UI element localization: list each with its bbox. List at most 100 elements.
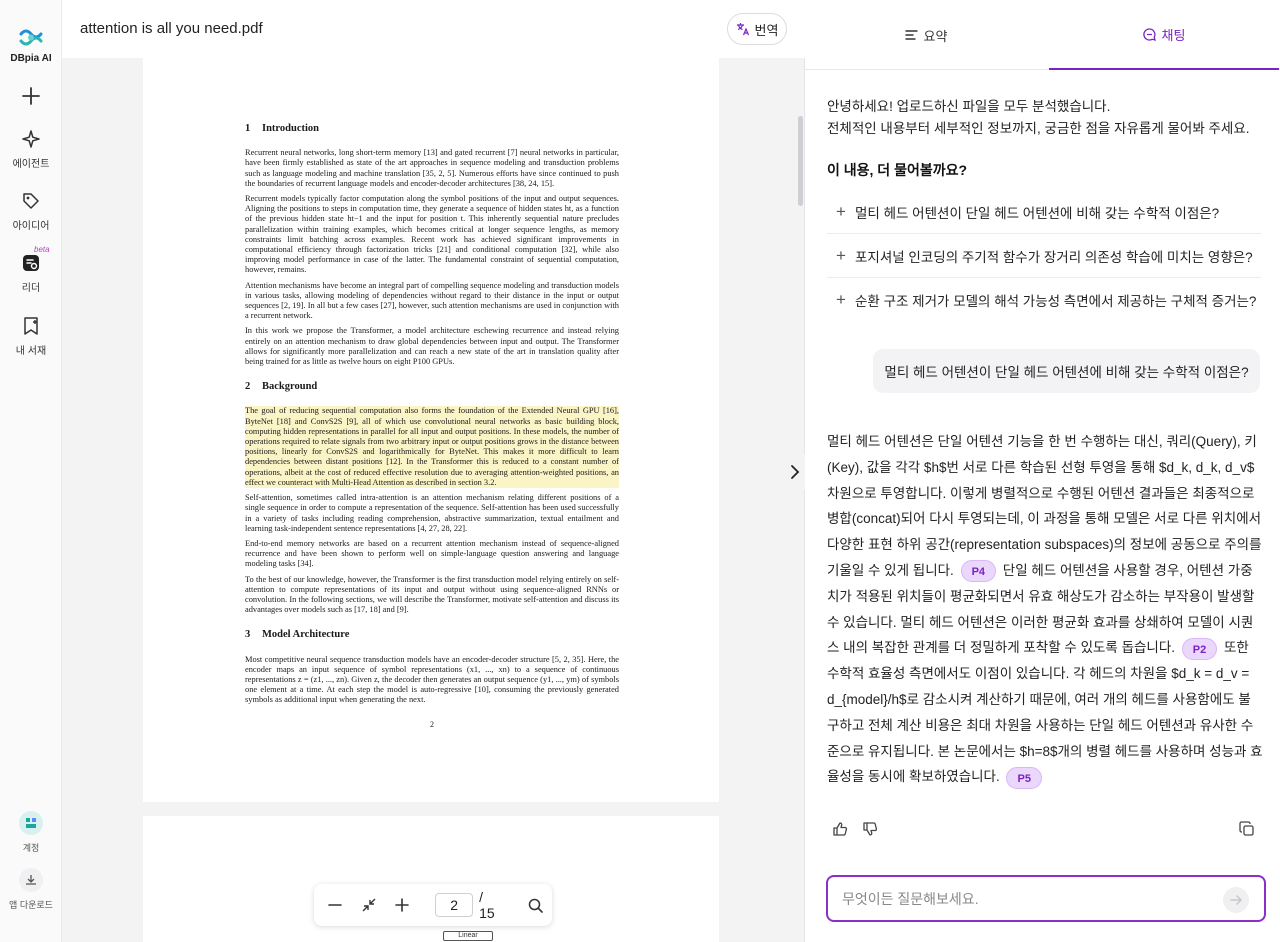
send-arrow-icon — [1230, 895, 1243, 905]
sidebar-item-label: 내 서재 — [15, 346, 47, 357]
reader-icon — [23, 255, 39, 271]
brand-name: DBpia AI — [10, 53, 52, 64]
sidebar-item-reader[interactable]: beta 리더 — [0, 245, 62, 294]
panel-tabs: 요약 채팅 — [805, 0, 1280, 70]
brand-logo[interactable]: DBpia AI — [0, 26, 62, 64]
page-number: 2 — [430, 719, 434, 729]
sidebar-item-label: 에이전트 — [12, 159, 50, 170]
list-icon — [904, 30, 918, 40]
zoom-out-button[interactable] — [318, 884, 352, 926]
suggestion-item[interactable]: + 순환 구조 제거가 모델의 해석 가능성 측면에서 제공하는 구체적 증거는… — [827, 278, 1261, 322]
pdf-content: 1 Introduction Recurrent neural networks,… — [245, 123, 619, 730]
copy-button[interactable] — [1238, 820, 1256, 838]
chat-input[interactable] — [842, 888, 1212, 910]
suggestion-text: 순환 구조 제거가 모델의 해석 가능성 측면에서 제공하는 구체적 증거는? — [855, 294, 1257, 309]
tab-label: 채팅 — [1161, 27, 1186, 43]
pdf-page: 1 Introduction Recurrent neural networks,… — [143, 58, 719, 802]
page-number-input[interactable] — [435, 893, 474, 917]
thumbs-up-button[interactable] — [831, 820, 849, 838]
translate-label: 번역 — [754, 22, 779, 38]
page-reference-chip[interactable]: P4 — [960, 560, 997, 583]
suggestion-text: 멀티 헤드 어텐션이 단일 헤드 어텐션에 비해 갖는 수학적 이점은? — [855, 205, 1220, 221]
document-header: attention is all you need.pdf 번역 — [62, 0, 805, 58]
highlighted-paragraph[interactable]: The goal of reducing sequential computat… — [245, 406, 619, 489]
zoom-out-icon — [328, 904, 342, 906]
bookmark-icon — [24, 317, 38, 335]
app-download-button[interactable]: 앱 다운로드 — [0, 868, 62, 911]
chat-input-box — [826, 875, 1266, 922]
suggestion-item[interactable]: + 멀티 헤드 어텐션이 단일 헤드 어텐션에 비해 갖는 수학적 이점은? — [827, 190, 1261, 234]
document-viewer: attention is all you need.pdf 번역 1 Introd… — [62, 0, 805, 942]
suggestions-title: 이 내용, 더 물어볼까요? — [827, 162, 968, 178]
zoom-in-button[interactable] — [385, 884, 419, 926]
tab-chat[interactable]: 채팅 — [1049, 0, 1279, 70]
section-heading: 3 Model Architecture — [245, 629, 350, 641]
search-button[interactable] — [518, 884, 552, 926]
search-icon — [528, 898, 543, 913]
chevron-right-icon — [791, 465, 800, 479]
scrollbar[interactable] — [798, 116, 803, 206]
page-reference-chip[interactable]: P2 — [1181, 637, 1218, 660]
paragraph: Recurrent neural networks, long short-te… — [245, 148, 619, 188]
thumbs-up-icon — [833, 822, 848, 836]
plus-icon: + — [836, 245, 846, 265]
suggestion-item[interactable]: + 포지셔널 인코딩의 주기적 함수가 장거리 의존성 학습에 미치는 영향은? — [827, 234, 1261, 278]
paragraph: Recurrent models typically factor comput… — [245, 194, 619, 275]
brand-logo-icon — [19, 29, 43, 46]
sidebar-item-idea[interactable]: 아이디어 — [0, 191, 62, 232]
plus-icon: + — [836, 290, 846, 309]
beta-badge: beta — [34, 245, 50, 254]
copy-icon — [1239, 821, 1254, 836]
document-title: attention is all you need.pdf — [80, 20, 263, 37]
tag-icon — [23, 193, 39, 209]
page-reference-chip[interactable]: P5 — [1006, 766, 1042, 789]
thumbs-down-icon — [863, 822, 878, 836]
fit-icon — [362, 898, 376, 912]
download-circle — [19, 868, 43, 892]
assistant-panel: 요약 채팅 안녕하세요! 업로드하신 파일을 모두 분석했습니다. 전체적인 내… — [805, 0, 1280, 942]
avatar — [19, 811, 43, 835]
sparkle-icon — [22, 130, 40, 148]
greeting-line: 전체적인 내용부터 세부적인 정보까지, 궁금한 점을 자유롭게 물어봐 주세요… — [827, 121, 1250, 136]
tab-summary[interactable]: 요약 — [811, 0, 1041, 70]
account-icon — [26, 818, 36, 828]
sidebar-item-label: 리더 — [21, 283, 41, 294]
thumbs-down-button[interactable] — [861, 820, 879, 838]
zoom-toolbar: / 15 — [314, 884, 552, 926]
answer-text: 멀티 헤드 어텐션은 단일 어텐션 기능을 한 번 수행하는 대신, 쿼리(Qu… — [827, 434, 1262, 578]
answer-text: 또한 수학적 효율성 측면에서도 이점이 있습니다. 각 헤드의 차원을 $d_… — [827, 640, 1263, 785]
download-label: 앱 다운로드 — [9, 900, 53, 910]
translate-button[interactable]: 번역 — [727, 13, 787, 45]
tab-label: 요약 — [923, 28, 948, 44]
account-button[interactable]: 계정 — [0, 811, 62, 854]
chat-bubble-icon — [1142, 27, 1156, 41]
sidebar-item-label: 아이디어 — [12, 221, 50, 232]
new-chat-button[interactable] — [0, 86, 62, 112]
page-total: / 15 — [479, 889, 495, 921]
paragraph: To the best of our knowledge, however, t… — [245, 574, 619, 615]
paragraph: Most competitive neural sequence transdu… — [245, 654, 619, 705]
paragraph: Attention mechanisms have become an inte… — [245, 280, 619, 321]
collapse-panel-button[interactable] — [785, 454, 805, 490]
account-label: 계정 — [22, 843, 40, 853]
paragraph: End-to-end memory networks are based on … — [245, 538, 619, 569]
view-mode-tag: Linear — [443, 931, 493, 941]
paragraph: In this work we propose the Transformer,… — [245, 326, 619, 367]
section-heading: 2 Background — [245, 381, 318, 393]
section-heading: 1 Introduction — [245, 123, 319, 134]
fit-page-button[interactable] — [352, 884, 386, 926]
paragraph: Self-attention, sometimes called intra-a… — [245, 493, 619, 533]
suggestion-text: 포지셔널 인코딩의 주기적 함수가 장거리 의존성 학습에 미치는 영향은? — [855, 249, 1253, 265]
assistant-answer: 멀티 헤드 어텐션은 단일 어텐션 기능을 한 번 수행하는 대신, 쿼리(Qu… — [827, 429, 1263, 790]
zoom-in-icon — [395, 898, 410, 912]
plus-icon — [22, 87, 40, 105]
send-button[interactable] — [1223, 887, 1249, 913]
greeting-line: 안녕하세요! 업로드하신 파일을 모두 분석했습니다. — [827, 99, 1111, 114]
sidebar-item-agent[interactable]: 에이전트 — [0, 129, 62, 170]
user-message: 멀티 헤드 어텐션이 단일 헤드 어텐션에 비해 갖는 수학적 이점은? — [873, 349, 1260, 393]
translate-icon — [736, 23, 749, 36]
sidebar: DBpia AI 에이전트 아이디어 beta 리더 내 서재 계정 앱 다운로… — [0, 0, 62, 942]
sidebar-item-library[interactable]: 내 서재 — [0, 316, 62, 357]
download-icon — [26, 875, 36, 885]
plus-icon: + — [836, 201, 846, 221]
